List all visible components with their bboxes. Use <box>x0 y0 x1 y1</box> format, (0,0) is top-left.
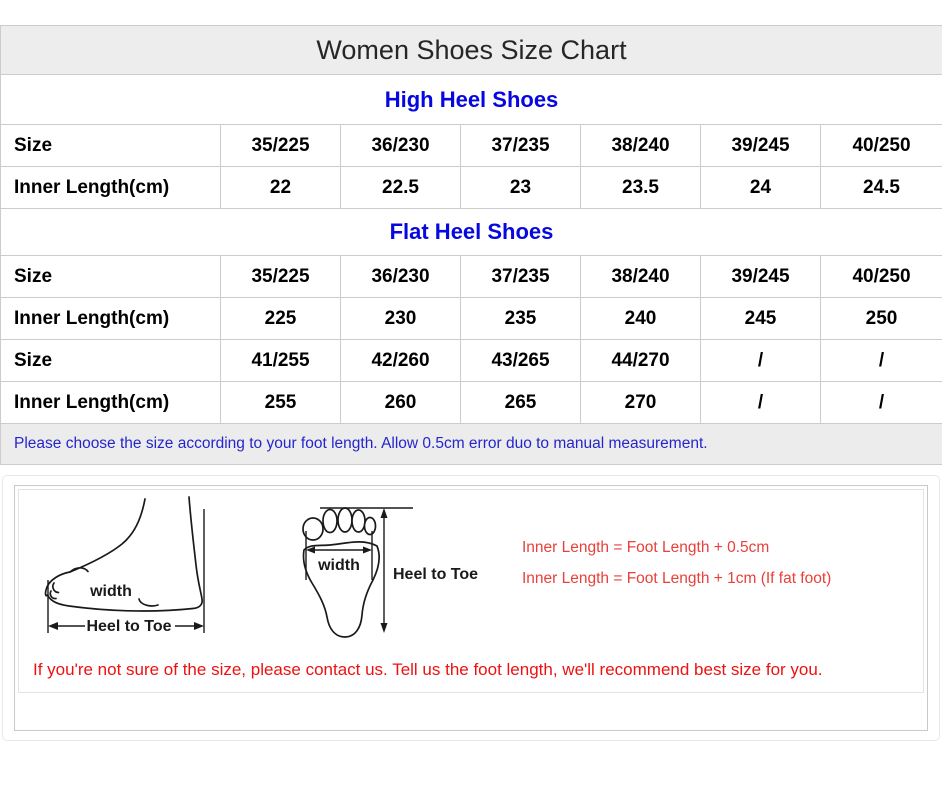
row-label: Size <box>1 125 221 167</box>
length-value: 270 <box>581 382 701 424</box>
size-chart-table: Women Shoes Size Chart High Heel Shoes S… <box>0 25 942 465</box>
length-value: 22 <box>221 167 341 209</box>
contact-note: If you're not sure of the size, please c… <box>33 660 823 680</box>
size-value: 42/260 <box>341 340 461 382</box>
length-value: 230 <box>341 298 461 340</box>
size-value: 35/225 <box>221 256 341 298</box>
size-value: 39/245 <box>701 256 821 298</box>
length-value: 255 <box>221 382 341 424</box>
size-value: 35/225 <box>221 125 341 167</box>
row-label: Size <box>1 340 221 382</box>
side-foot-heel-to-toe-label: Heel to Toe <box>86 618 171 635</box>
length-value: / <box>821 382 942 424</box>
length-value: 235 <box>461 298 581 340</box>
measure-guide-image: width Heel to Toe <box>18 489 924 693</box>
row-label: Inner Length(cm) <box>1 298 221 340</box>
length-value: 24.5 <box>821 167 942 209</box>
top-foot-heel-to-toe-label: Heel to Toe <box>393 566 478 583</box>
formula-half-cm: Inner Length = Foot Length + 0.5cm <box>522 539 831 557</box>
length-value: 22.5 <box>341 167 461 209</box>
length-value: 23 <box>461 167 581 209</box>
table-row: Size 35/225 36/230 37/235 38/240 39/245 … <box>1 256 942 298</box>
measurement-note: Please choose the size according to your… <box>1 424 942 465</box>
length-value: 24 <box>701 167 821 209</box>
section-heading-row: High Heel Shoes <box>1 75 942 125</box>
formula-one-cm: Inner Length = Foot Length + 1cm (If fat… <box>522 570 831 588</box>
note-row: Please choose the size according to your… <box>1 424 942 465</box>
size-value: 40/250 <box>821 256 942 298</box>
length-value: 240 <box>581 298 701 340</box>
table-row: Inner Length(cm) 255 260 265 270 / / <box>1 382 942 424</box>
size-value: 43/265 <box>461 340 581 382</box>
section-heading-row: Flat Heel Shoes <box>1 209 942 256</box>
measure-guide-inner-box: width Heel to Toe <box>14 485 928 731</box>
size-value: 44/270 <box>581 340 701 382</box>
size-value: 37/235 <box>461 125 581 167</box>
size-value: / <box>701 340 821 382</box>
measure-guide-outer-box: width Heel to Toe <box>2 475 940 741</box>
table-row: Size 41/255 42/260 43/265 44/270 / / <box>1 340 942 382</box>
length-value: 245 <box>701 298 821 340</box>
size-chart-page: Women Shoes Size Chart High Heel Shoes S… <box>0 25 942 805</box>
top-foot-diagram: width Heel to Toe <box>300 498 485 640</box>
length-value: / <box>701 382 821 424</box>
size-value: 37/235 <box>461 256 581 298</box>
inner-length-formulas: Inner Length = Foot Length + 0.5cm Inner… <box>522 539 831 601</box>
table-row: Size 35/225 36/230 37/235 38/240 39/245 … <box>1 125 942 167</box>
row-label: Inner Length(cm) <box>1 382 221 424</box>
row-label: Inner Length(cm) <box>1 167 221 209</box>
row-label: Size <box>1 256 221 298</box>
section-heading-flat-heel: Flat Heel Shoes <box>1 209 942 256</box>
size-value: 41/255 <box>221 340 341 382</box>
length-value: 250 <box>821 298 942 340</box>
size-value: 38/240 <box>581 125 701 167</box>
size-value: 38/240 <box>581 256 701 298</box>
length-value: 225 <box>221 298 341 340</box>
table-row: Inner Length(cm) 22 22.5 23 23.5 24 24.5 <box>1 167 942 209</box>
size-value: / <box>821 340 942 382</box>
side-foot-width-label: width <box>89 583 132 600</box>
top-foot-width-label: width <box>317 557 360 574</box>
size-value: 39/245 <box>701 125 821 167</box>
length-value: 23.5 <box>581 167 701 209</box>
title-row: Women Shoes Size Chart <box>1 26 942 75</box>
size-value: 40/250 <box>821 125 942 167</box>
size-value: 36/230 <box>341 125 461 167</box>
size-value: 36/230 <box>341 256 461 298</box>
side-foot-diagram: width Heel to Toe <box>39 495 214 640</box>
length-value: 260 <box>341 382 461 424</box>
page-title: Women Shoes Size Chart <box>1 26 942 75</box>
length-value: 265 <box>461 382 581 424</box>
table-row: Inner Length(cm) 225 230 235 240 245 250 <box>1 298 942 340</box>
section-heading-high-heel: High Heel Shoes <box>1 75 942 125</box>
